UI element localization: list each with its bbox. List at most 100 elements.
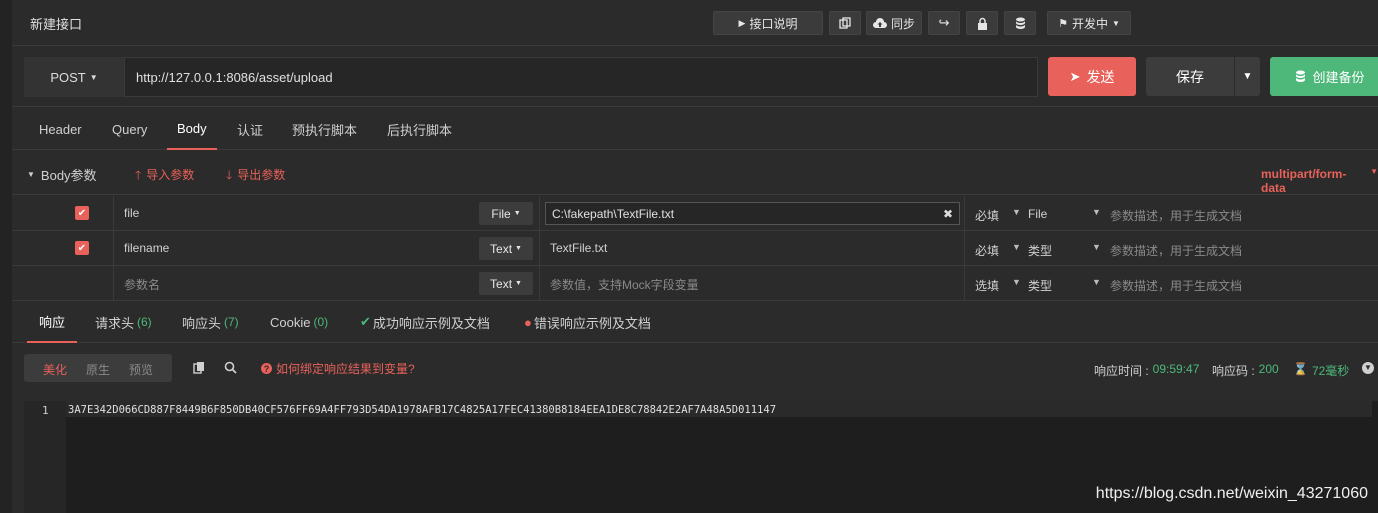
copy-icon	[839, 17, 851, 29]
tab-body[interactable]: Body	[167, 108, 217, 150]
tab-response[interactable]: 响应	[27, 301, 78, 343]
request-url-row: POST ▼ http://127.0.0.1:8086/asset/uploa…	[12, 47, 1378, 107]
row-checkbox[interactable]: ✔	[75, 241, 89, 255]
tab-query[interactable]: Query	[112, 108, 147, 150]
lock-button[interactable]	[966, 11, 998, 35]
copy-button[interactable]	[829, 11, 861, 35]
response-code: 响应码 : 200	[1212, 362, 1279, 378]
chevron-down-icon: ▼	[1092, 277, 1101, 287]
hourglass-icon: ⌛	[1293, 362, 1308, 376]
param-name[interactable]: file	[124, 206, 139, 220]
tab-header[interactable]: Header	[39, 108, 82, 150]
share-icon: ↪	[938, 15, 950, 30]
param-type-select[interactable]: File ▼	[479, 202, 533, 225]
send-button[interactable]: ➤ 发送	[1048, 57, 1136, 96]
field-type-select[interactable]: 类型	[1028, 277, 1052, 294]
bind-variable-help-link[interactable]: ? 如何绑定响应结果到变量?	[261, 360, 415, 377]
field-type-select[interactable]: 类型	[1028, 242, 1052, 259]
download-icon: ▼	[1362, 361, 1374, 374]
params-table: ✔ file File ▼ C:\fakepath\TextFile.txt ✖…	[12, 196, 1378, 301]
chevron-down-icon: ▼	[89, 72, 98, 82]
cloud-upload-icon	[872, 17, 887, 28]
chevron-down-icon: ▼	[1242, 71, 1253, 82]
chevron-down-icon: ▼	[1012, 207, 1021, 217]
database-button[interactable]	[1004, 11, 1036, 35]
close-icon[interactable]: ✖	[943, 207, 953, 221]
param-name-input[interactable]: 参数名	[124, 276, 160, 293]
param-description[interactable]: 参数描述，用于生成文档	[1110, 242, 1242, 259]
body-params-header: ▼ Body参数 🡑 导入参数 🡓 导出参数 multipart/form-da…	[12, 151, 1378, 195]
check-icon: ✔	[77, 207, 87, 219]
save-button[interactable]: 保存	[1146, 57, 1234, 96]
row-checkbox[interactable]: ✔	[75, 206, 89, 220]
table-row: ✔ file File ▼ C:\fakepath\TextFile.txt ✖…	[12, 196, 1378, 231]
response-time: 响应时间 : 09:59:47	[1094, 362, 1200, 378]
tab-auth[interactable]: 认证	[237, 108, 263, 150]
tab-success-example[interactable]: ✔ 成功响应示例及文档	[360, 301, 490, 343]
chevron-down-icon: ▼	[1012, 242, 1021, 252]
chevron-down-icon: ▼	[515, 280, 522, 287]
caret-right-icon: ▶	[738, 17, 746, 28]
param-type-select[interactable]: Text ▼	[479, 272, 533, 295]
arrow-down-icon: 🡓	[226, 168, 233, 182]
tab-cookie[interactable]: Cookie (0)	[270, 301, 328, 343]
response-tabs: 响应 请求头 (6) 响应头 (7) Cookie (0) ✔ 成功响应示例及文…	[12, 301, 1378, 343]
param-name[interactable]: filename	[124, 241, 169, 255]
field-type-select[interactable]: File	[1028, 207, 1047, 221]
copy-icon	[193, 362, 204, 374]
view-mode-raw[interactable]: 原生	[86, 361, 110, 378]
chevron-down-icon: ▼	[1012, 277, 1021, 287]
sync-button[interactable]: 同步	[866, 11, 922, 35]
method-select[interactable]: POST ▼	[24, 57, 124, 97]
api-doc-button[interactable]: ▶ 接口说明	[713, 11, 823, 35]
download-button[interactable]: ▼	[1362, 361, 1374, 374]
view-mode-pretty[interactable]: 美化	[43, 361, 67, 378]
paper-plane-icon: ➤	[1069, 68, 1081, 84]
chevron-down-icon: ▼	[1092, 242, 1101, 252]
chevron-down-icon: ▼	[515, 245, 522, 252]
required-select[interactable]: 选填	[975, 277, 999, 294]
tab-error-example[interactable]: ● 错误响应示例及文档	[524, 301, 651, 343]
copy-response-button[interactable]	[193, 361, 206, 377]
question-circle-icon: ?	[261, 363, 272, 374]
chevron-down-icon: ▼	[1111, 18, 1120, 28]
param-value-input[interactable]: 参数值，支持Mock字段变量	[550, 276, 699, 293]
required-select[interactable]: 必填	[975, 242, 999, 259]
param-description[interactable]: 参数描述，用于生成文档	[1110, 277, 1242, 294]
param-description[interactable]: 参数描述，用于生成文档	[1110, 207, 1242, 224]
flag-icon: ⚑	[1058, 17, 1068, 30]
page-title: 新建接口	[30, 17, 83, 32]
watermark: https://blog.csdn.net/weixin_43271060	[1095, 485, 1368, 502]
create-backup-button[interactable]: 创建备份	[1270, 57, 1378, 96]
tab-pre-script[interactable]: 预执行脚本	[292, 108, 357, 150]
left-strip	[0, 0, 12, 513]
body-params-toggle[interactable]: ▼ Body参数	[27, 165, 97, 184]
arrow-up-icon: 🡑	[135, 168, 142, 182]
line-number: 1	[42, 404, 49, 417]
tab-response-headers[interactable]: 响应头 (7)	[182, 301, 239, 343]
save-options-dropdown[interactable]: ▼	[1234, 57, 1260, 96]
required-select[interactable]: 必填	[975, 207, 999, 224]
request-tabs: Header Query Body 认证 预执行脚本 后执行脚本	[12, 108, 1378, 150]
search-response-button[interactable]	[224, 361, 237, 377]
import-params-button[interactable]: 🡑 导入参数	[135, 166, 194, 187]
share-button[interactable]: ↪	[928, 11, 960, 35]
view-mode-switch: 美化 原生 预览	[24, 354, 172, 382]
chevron-down-icon: ▼	[1370, 167, 1378, 176]
response-body-text: 3A7E342D066CD887F8449B6F850DB40CF576FF69…	[68, 404, 777, 416]
file-value-field[interactable]: C:\fakepath\TextFile.txt ✖	[545, 202, 960, 225]
param-type-select[interactable]: Text ▼	[479, 237, 533, 260]
status-dropdown[interactable]: ⚑ 开发中 ▼	[1047, 11, 1131, 35]
content-type-select[interactable]: multipart/form-data ▼	[1261, 167, 1378, 195]
line-gutter: 1	[24, 401, 66, 513]
caret-down-icon: ▼	[27, 170, 35, 179]
check-icon: ✔	[77, 242, 87, 254]
view-mode-preview[interactable]: 预览	[129, 361, 153, 378]
database-icon	[1015, 17, 1025, 29]
tab-request-headers[interactable]: 请求头 (6)	[95, 301, 152, 343]
tab-post-script[interactable]: 后执行脚本	[387, 108, 452, 150]
url-input[interactable]: http://127.0.0.1:8086/asset/upload	[124, 57, 1038, 97]
search-icon	[224, 361, 237, 374]
export-params-button[interactable]: 🡓 导出参数	[226, 166, 285, 187]
param-value[interactable]: TextFile.txt	[550, 241, 607, 255]
